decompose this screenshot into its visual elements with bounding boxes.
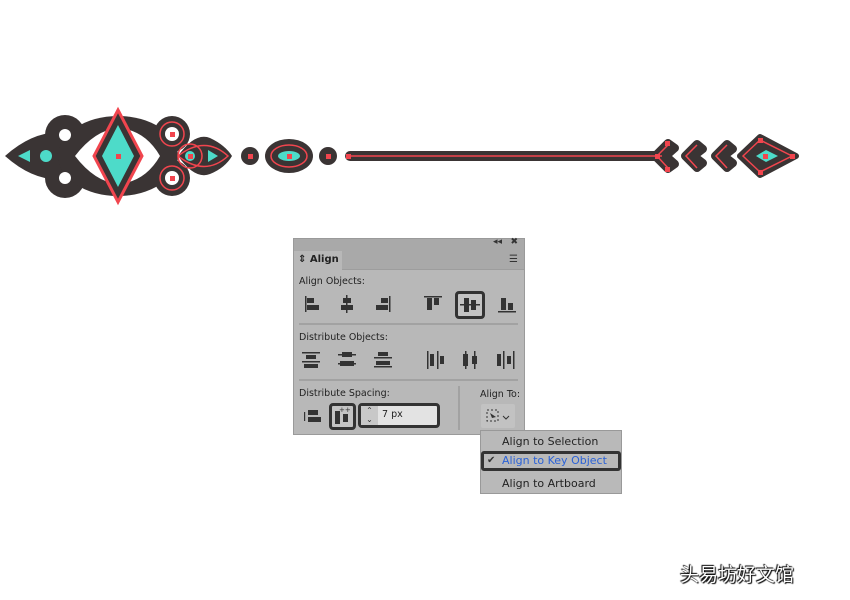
- distribute-right-button[interactable]: [495, 349, 517, 371]
- horizontal-distribute-space-button[interactable]: ++: [329, 403, 356, 430]
- tab-align[interactable]: ⇕ Align: [294, 251, 342, 270]
- align-horizontal-center-button[interactable]: [336, 293, 358, 315]
- distribute-top-button[interactable]: [300, 349, 322, 371]
- align-right-button[interactable]: [372, 293, 394, 315]
- close-icon[interactable]: ✖: [510, 237, 518, 247]
- menu-item-align-to-selection[interactable]: Align to Selection: [481, 432, 621, 452]
- distribute-left-button[interactable]: [424, 349, 446, 371]
- menu-item-align-to-artboard[interactable]: Align to Artboard: [481, 474, 621, 494]
- distribute-horizontal-center-button[interactable]: [459, 349, 481, 371]
- menu-item-align-to-key-object[interactable]: ✔ Align to Key Object: [481, 451, 621, 471]
- align-top-button[interactable]: [422, 293, 444, 315]
- spinner-icon[interactable]: ⌃ ⌄: [361, 406, 378, 425]
- align-to-menu: Align to Selection ✔ Align to Key Object …: [480, 430, 622, 494]
- watermark: 头易坊好文馆: [680, 564, 795, 586]
- align-bottom-button[interactable]: [496, 293, 518, 315]
- align-left-button[interactable]: [302, 293, 324, 315]
- svg-text:++: ++: [339, 406, 351, 414]
- updown-icon: ⇕: [298, 254, 310, 265]
- distribute-objects-label: Distribute Objects:: [299, 332, 388, 343]
- align-to-label: Align To:: [480, 389, 521, 400]
- checkmark-icon: ✔: [487, 455, 496, 466]
- vertical-distribute-space-button[interactable]: [301, 406, 323, 428]
- panel-menu-icon[interactable]: ☰: [509, 254, 518, 265]
- align-vertical-center-button[interactable]: [455, 291, 485, 319]
- distribute-spacing-label: Distribute Spacing:: [299, 388, 390, 399]
- spacing-input[interactable]: ⌃ ⌄ 7 px: [358, 403, 440, 428]
- align-to-dropdown[interactable]: [481, 404, 515, 428]
- align-objects-label: Align Objects:: [299, 276, 365, 287]
- distribute-bottom-button[interactable]: [372, 349, 394, 371]
- collapse-icon[interactable]: ◂◂: [493, 237, 502, 247]
- artwork-ornament: [5, 106, 799, 206]
- distribute-vertical-center-button[interactable]: [336, 349, 358, 371]
